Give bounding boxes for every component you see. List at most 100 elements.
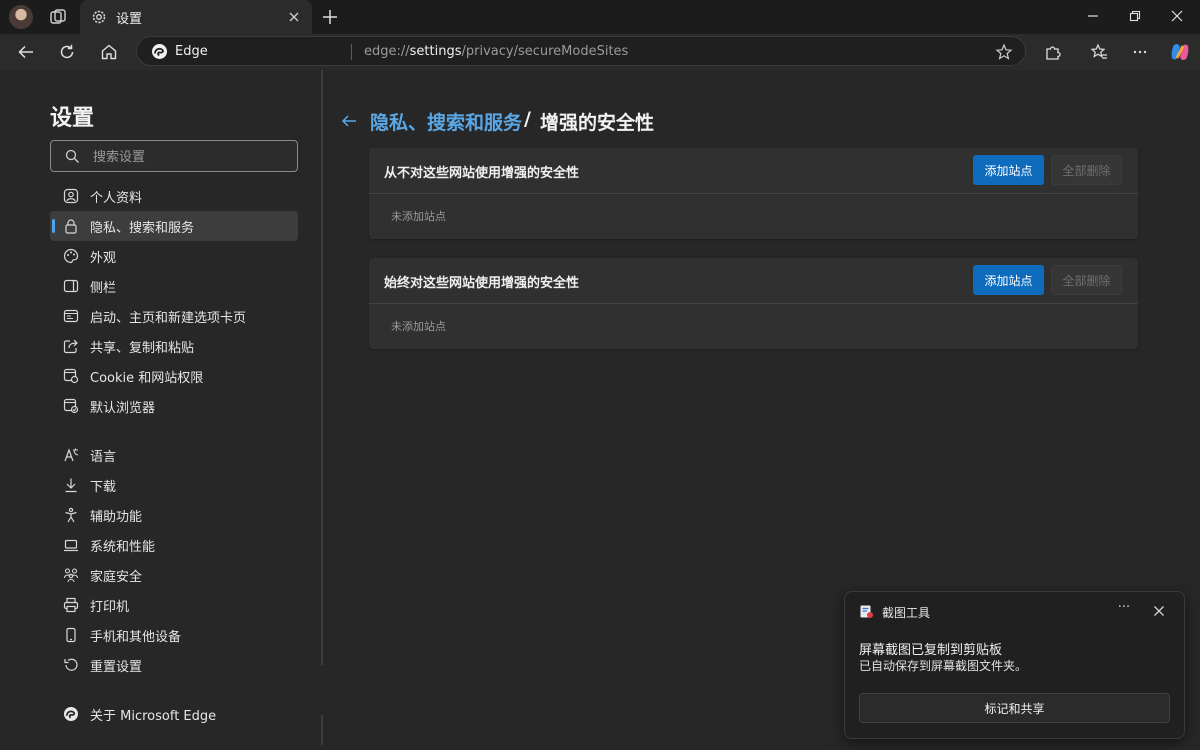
sidebar-item-about[interactable]: 关于 Microsoft Edge (50, 699, 298, 729)
refresh-button[interactable] (56, 41, 78, 63)
download-icon (65, 478, 77, 493)
sidebar-item-system[interactable]: 系统和性能 (50, 530, 298, 560)
copilot-icon (1171, 43, 1189, 61)
notification-more-button[interactable]: ··· (1113, 600, 1135, 620)
tab-title: 设置 (116, 12, 143, 27)
share-icon (63, 339, 78, 354)
sidebar-item-downloads[interactable]: 下载 (50, 470, 298, 500)
markup-and-share-button[interactable]: 标记和共享 (859, 693, 1170, 723)
more-icon (1133, 50, 1147, 54)
url-text[interactable]: edge://settings/privacy/secureModeSites (364, 44, 628, 59)
notification-title: 屏幕截图已复制到剪贴板 (859, 643, 1003, 658)
restore-icon (1129, 10, 1141, 22)
close-icon[interactable] (286, 9, 302, 25)
close-icon (1171, 10, 1183, 22)
sidebar-item-label: 下载 (90, 480, 117, 495)
sidebar-item-label: 共享、复制和粘贴 (90, 341, 195, 356)
profile-icon (63, 188, 79, 204)
sidebar-item-family[interactable]: 家庭安全 (50, 560, 298, 590)
sidebar-item-privacy[interactable]: 隐私、搜索和服务 (50, 211, 298, 241)
sidebar-item-sidebar[interactable]: 侧栏 (50, 271, 298, 301)
add-site-button[interactable]: 添加站点 (973, 265, 1044, 295)
window-close-button[interactable] (1154, 0, 1200, 32)
palette-icon (63, 248, 79, 264)
startup-icon (63, 309, 79, 323)
address-bar[interactable]: Edge edge://settings/privacy/secureModeS… (136, 36, 1026, 66)
family-icon (63, 568, 79, 583)
remove-all-button: 全部删除 (1051, 265, 1122, 295)
favorite-star-icon[interactable] (995, 43, 1013, 61)
sidebar-item-profiles[interactable]: 个人资料 (50, 181, 298, 211)
sidebar-item-accessibility[interactable]: 辅助功能 (50, 500, 298, 530)
phone-icon (66, 627, 76, 643)
reset-icon (64, 658, 78, 671)
settings-sidebar: 设置 个人资料 隐私、搜索和服务 外观 侧栏 启动、主页和新建选项卡页 共享、复… (0, 70, 322, 750)
empty-state-text: 未添加站点 (391, 320, 446, 333)
restore-button[interactable] (1112, 0, 1158, 32)
sidebar-item-label: 家庭安全 (90, 570, 143, 585)
sidebar-item-label: 启动、主页和新建选项卡页 (90, 311, 247, 326)
favorites-button[interactable] (1088, 41, 1110, 63)
sidebar-item-printers[interactable]: 打印机 (50, 590, 298, 620)
sidebar-item-cookies[interactable]: Cookie 和网站权限 (50, 361, 298, 391)
close-icon[interactable] (1150, 602, 1168, 620)
settings-title: 设置 (50, 106, 95, 131)
add-site-button[interactable]: 添加站点 (973, 155, 1044, 185)
sidebar-item-appearance[interactable]: 外观 (50, 241, 298, 271)
sidebar-item-label: 语言 (90, 450, 117, 465)
breadcrumb-link-privacy[interactable]: 隐私、搜索和服务 (370, 108, 522, 135)
card-divider (369, 303, 1138, 304)
more-menu-button[interactable] (1129, 41, 1151, 63)
printer-icon (63, 597, 79, 613)
sidebar-item-languages[interactable]: 语言 (50, 440, 298, 470)
home-button[interactable] (98, 41, 120, 63)
snipping-tool-icon (860, 605, 873, 618)
sidebar-item-label: 隐私、搜索和服务 (90, 221, 195, 236)
card-title: 始终对这些网站使用增强的安全性 (384, 276, 580, 291)
search-input[interactable] (93, 147, 288, 167)
back-button[interactable] (15, 41, 37, 63)
empty-state-text: 未添加站点 (391, 210, 446, 223)
cookie-icon (63, 368, 79, 384)
sidebar-item-label: 个人资料 (90, 191, 143, 206)
extensions-button[interactable] (1042, 41, 1064, 63)
settings-search-box[interactable] (50, 140, 298, 172)
back-arrow-icon (18, 45, 33, 59)
home-icon (101, 44, 117, 60)
gear-icon (92, 10, 106, 24)
sidebar-item-label: 重置设置 (90, 660, 143, 675)
sidebar-item-label: 辅助功能 (90, 510, 143, 525)
title-bar: 设置 (0, 0, 1200, 34)
back-arrow-icon[interactable] (340, 112, 358, 130)
sidebar-item-label: 外观 (90, 251, 117, 266)
sidebar-item-label: Cookie 和网站权限 (90, 371, 204, 386)
edge-logo-icon (64, 707, 78, 721)
navigation-bar: Edge edge://settings/privacy/secureModeS… (0, 34, 1200, 70)
always-use-sites-card: 始终对这些网站使用增强的安全性 添加站点 全部删除 未添加站点 (369, 258, 1138, 349)
sidebar-item-reset[interactable]: 重置设置 (50, 650, 298, 680)
page-title: 增强的安全性 (540, 112, 655, 134)
sidebar-item-share[interactable]: 共享、复制和粘贴 (50, 331, 298, 361)
sidebar-item-label: 手机和其他设备 (90, 630, 182, 645)
refresh-icon (60, 44, 74, 59)
sidebar-item-default-browser[interactable]: 默认浏览器 (50, 391, 298, 421)
sidebar-item-label: 关于 Microsoft Edge (90, 709, 217, 724)
sidebar-item-label: 默认浏览器 (90, 401, 156, 416)
puzzle-icon (1046, 46, 1061, 60)
notification-app-name: 截图工具 (882, 606, 931, 620)
new-tab-icon[interactable] (320, 7, 340, 27)
search-icon (65, 149, 79, 163)
tab-settings[interactable]: 设置 (80, 0, 312, 34)
sidebar-divider (321, 715, 323, 745)
sidebar-icon (63, 279, 79, 293)
minimize-button[interactable] (1070, 0, 1116, 32)
sidebar-item-startup[interactable]: 启动、主页和新建选项卡页 (50, 301, 298, 331)
workspaces-icon[interactable] (48, 7, 68, 27)
address-separator (351, 44, 352, 60)
sidebar-item-phone[interactable]: 手机和其他设备 (50, 620, 298, 650)
favorites-icon (1090, 43, 1107, 59)
copilot-button[interactable] (1168, 40, 1192, 64)
profile-avatar[interactable] (9, 5, 33, 29)
language-icon (64, 448, 79, 462)
card-divider (369, 193, 1138, 194)
